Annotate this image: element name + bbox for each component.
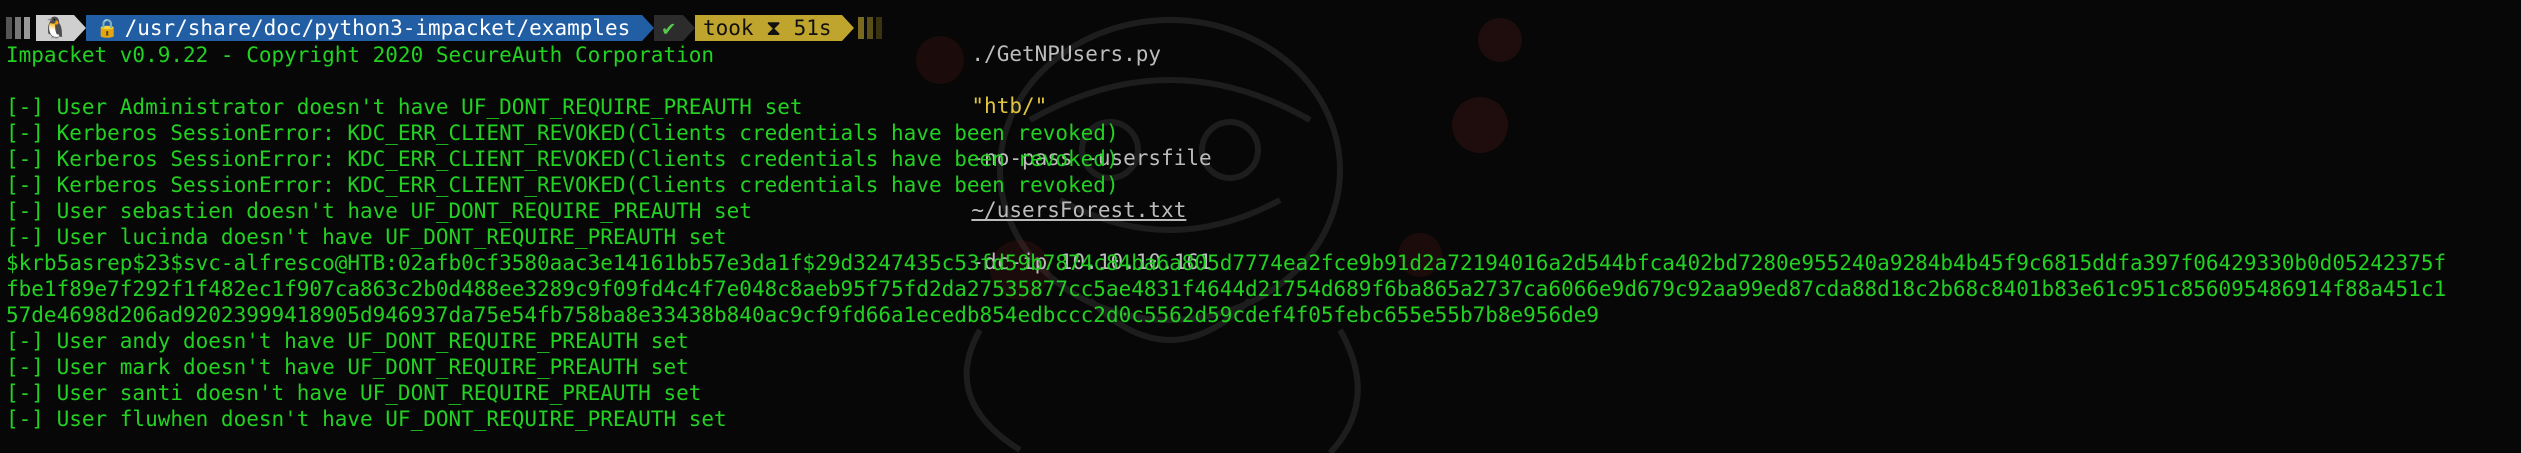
output-line: [-] User fluwhen doesn't have UF_DONT_RE… <box>6 407 727 431</box>
prompt-right-decoration <box>857 17 882 39</box>
prompt-path-segment: 🔒 /usr/share/doc/python3-impacket/exampl… <box>86 15 643 41</box>
terminal-output[interactable]: 🐧 🔒 /usr/share/doc/python3-impacket/exam… <box>6 14 2521 453</box>
command-usersfile: ~/usersForest.txt <box>971 198 1187 222</box>
output-line: [-] User mark doesn't have UF_DONT_REQUI… <box>6 355 689 379</box>
output-line: [-] User sebastien doesn't have UF_DONT_… <box>6 199 752 223</box>
output-line: [-] Kerberos SessionError: KDC_ERR_CLIEN… <box>6 147 1119 171</box>
took-value: 51s <box>793 16 832 40</box>
output-line: [-] Kerberos SessionError: KDC_ERR_CLIEN… <box>6 121 1119 145</box>
took-label: took <box>702 16 754 40</box>
prompt-left-decoration <box>6 17 30 39</box>
shell-prompt: 🐧 🔒 /usr/share/doc/python3-impacket/exam… <box>6 14 2521 274</box>
command-target: "htb/" <box>971 94 1048 118</box>
checkmark-icon: ✔ <box>654 15 683 41</box>
output-line: Impacket v0.9.22 - Copyright 2020 Secure… <box>6 43 715 67</box>
output-line: [-] Kerberos SessionError: KDC_ERR_CLIEN… <box>6 173 1119 197</box>
command-line[interactable]: ./GetNPUsers.py "htb/" -no-pass -usersfi… <box>896 15 1211 274</box>
linux-penguin-icon: 🐧 <box>36 15 75 41</box>
output-line: [-] User andy doesn't have UF_DONT_REQUI… <box>6 329 689 353</box>
hash-line: 57de4698d206ad92023999418905d946937da75e… <box>6 303 1600 327</box>
output-line: [-] User santi doesn't have UF_DONT_REQU… <box>6 381 702 405</box>
hourglass-icon: ⧗ <box>766 15 781 40</box>
output-line: [-] User lucinda doesn't have UF_DONT_RE… <box>6 225 727 249</box>
current-directory: /usr/share/doc/python3-impacket/examples <box>124 16 631 40</box>
hash-line: fbe1f89e7f292f1f482ec1f907ca863c2b0d488e… <box>6 277 2447 301</box>
lock-icon: 🔒 <box>96 17 119 39</box>
hash-line: $krb5asrep$23$svc-alfresco@HTB:02afb0cf3… <box>6 251 2447 275</box>
command-executable: ./GetNPUsers.py <box>971 42 1162 66</box>
output-line: [-] User Administrator doesn't have UF_D… <box>6 95 803 119</box>
prompt-time-segment: took ⧗ 51s <box>694 15 842 41</box>
